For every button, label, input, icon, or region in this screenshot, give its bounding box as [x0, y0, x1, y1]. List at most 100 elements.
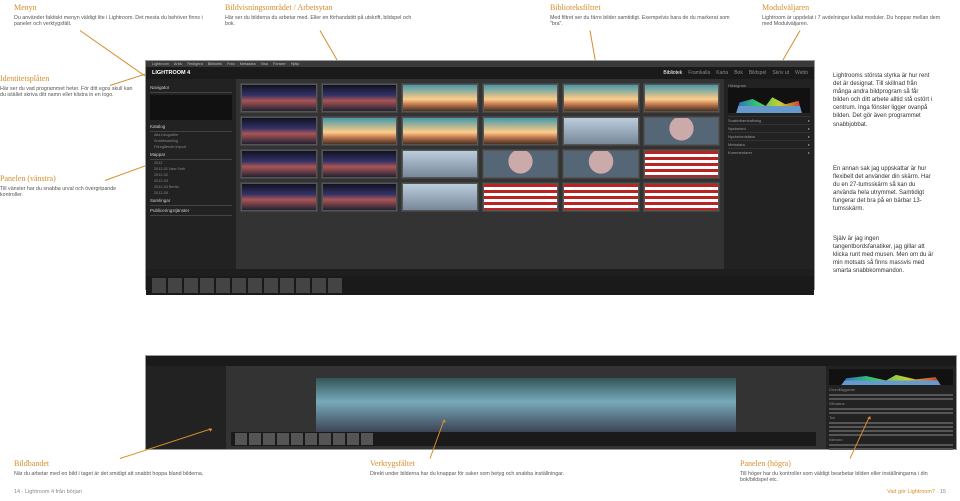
module-tab[interactable]: Skriv ut [772, 70, 789, 76]
thumbnail[interactable] [482, 149, 560, 179]
panel-section[interactable]: Nyckelord▸ [728, 124, 810, 132]
thumbnail[interactable] [401, 83, 479, 113]
filmstrip-thumb[interactable] [319, 433, 331, 445]
panel-section[interactable]: Metadata▸ [728, 140, 810, 148]
filmstrip-thumb[interactable] [168, 278, 182, 293]
slider[interactable] [829, 398, 953, 400]
menu-item[interactable]: Lightroom [152, 62, 169, 66]
menu-item[interactable]: Fönster [273, 62, 286, 66]
panel-header[interactable]: Publiceringstjänster [150, 206, 232, 216]
filmstrip-thumb[interactable] [235, 433, 247, 445]
filmstrip-thumb[interactable] [277, 433, 289, 445]
menu-item[interactable]: Visa [261, 62, 268, 66]
thumbnail[interactable] [321, 83, 399, 113]
thumbnail[interactable] [643, 116, 721, 146]
filmstrip-thumb[interactable] [296, 278, 310, 293]
filmstrip-thumb[interactable] [361, 433, 373, 445]
module-tab[interactable]: Framkalla [688, 70, 710, 76]
menu-item[interactable]: Arkiv [174, 62, 182, 66]
filmstrip-thumb[interactable] [333, 433, 345, 445]
filmstrip-thumb[interactable] [216, 278, 230, 293]
thumbnail[interactable] [562, 116, 640, 146]
thumbnail[interactable] [240, 83, 318, 113]
filmstrip-thumb[interactable] [184, 278, 198, 293]
panel-header[interactable]: Grundläggande [829, 388, 953, 392]
callout-body: Här ser du bilderna du arbetar med. Elle… [225, 15, 415, 28]
filmstrip-thumb[interactable] [264, 278, 278, 293]
main-image [316, 378, 736, 436]
menu-item[interactable]: Metadata [240, 62, 256, 66]
thumbnail[interactable] [401, 149, 479, 179]
module-tab[interactable]: Bibliotek [663, 70, 682, 76]
slider[interactable] [829, 430, 953, 432]
callout-body: Med filtret ser du färre bilder samtidig… [550, 15, 740, 28]
menu-item[interactable]: Foto [227, 62, 235, 66]
thumbnail[interactable] [643, 83, 721, 113]
body-para-1: Lightrooms största styrka är hur rent de… [833, 72, 936, 129]
slider[interactable] [829, 426, 953, 428]
filmstrip-thumb[interactable] [280, 278, 294, 293]
filmstrip-thumb[interactable] [291, 433, 303, 445]
panel-section[interactable]: Nyckelordslista▸ [728, 132, 810, 140]
menu-item[interactable]: Redigera [187, 62, 202, 66]
grid-view[interactable] [236, 79, 724, 269]
filmstrip[interactable] [231, 432, 816, 446]
filmstrip-thumb[interactable] [248, 278, 262, 293]
left-panel[interactable]: Navigator Katalog Alla fotografier Snabb… [146, 79, 236, 269]
panel-header[interactable]: Samlingar [150, 196, 232, 206]
module-tab[interactable]: Bildspel [749, 70, 767, 76]
thumbnail[interactable] [401, 116, 479, 146]
panel-section[interactable]: Kommentarer▸ [728, 148, 810, 156]
slider[interactable] [829, 412, 953, 414]
slider[interactable] [829, 448, 953, 450]
panel-label: Ton [829, 416, 953, 420]
menu-item[interactable]: Hjälp [291, 62, 300, 66]
panel-header[interactable]: Katalog [150, 122, 232, 132]
module-tab[interactable]: Bok [734, 70, 743, 76]
thumbnail[interactable] [240, 149, 318, 179]
identity-plate[interactable]: LIGHTROOM 4 [152, 70, 190, 76]
filmstrip-thumb[interactable] [232, 278, 246, 293]
filmstrip-thumb[interactable] [249, 433, 261, 445]
callout-body: Direkt under bilderna har du knappar för… [370, 471, 570, 478]
thumbnail[interactable] [643, 182, 721, 212]
module-tab[interactable]: Webb [795, 70, 808, 76]
panel-section[interactable]: Snabbframkallning▸ [728, 116, 810, 124]
right-panel[interactable]: Histogram Snabbframkallning▸ Nyckelord▸ … [724, 79, 814, 269]
filmstrip[interactable] [146, 276, 814, 295]
module-tab[interactable]: Karta [716, 70, 728, 76]
footer-chapter: Vad gör Lightroom? [887, 489, 935, 495]
slider[interactable] [829, 408, 953, 410]
thumbnail[interactable] [321, 116, 399, 146]
filmstrip-thumb[interactable] [347, 433, 359, 445]
menu-item[interactable]: Bibliotek [208, 62, 222, 66]
thumbnail[interactable] [482, 116, 560, 146]
thumbnail[interactable] [482, 83, 560, 113]
filmstrip-thumb[interactable] [305, 433, 317, 445]
slider[interactable] [829, 422, 953, 424]
panel-header[interactable]: Mappar [150, 150, 232, 160]
thumbnail[interactable] [401, 182, 479, 212]
develop-panel[interactable]: Grundläggande Vitbalans Ton Närvaro [826, 366, 956, 449]
filmstrip-thumb[interactable] [328, 278, 342, 293]
thumbnail[interactable] [562, 149, 640, 179]
thumbnail[interactable] [482, 182, 560, 212]
thumbnail[interactable] [321, 182, 399, 212]
thumbnail[interactable] [321, 149, 399, 179]
filmstrip-thumb[interactable] [152, 278, 166, 293]
thumbnail[interactable] [240, 116, 318, 146]
filmstrip-thumb[interactable] [263, 433, 275, 445]
toolbar[interactable] [146, 269, 814, 276]
filmstrip-thumb[interactable] [312, 278, 326, 293]
panel-header[interactable]: Navigator [150, 83, 232, 93]
filmstrip-thumb[interactable] [200, 278, 214, 293]
slider[interactable] [829, 434, 953, 436]
thumbnail[interactable] [562, 83, 640, 113]
slider[interactable] [829, 444, 953, 446]
thumbnail[interactable] [562, 182, 640, 212]
slider[interactable] [829, 394, 953, 396]
callout-title: Bildbandet [14, 460, 234, 469]
thumbnail[interactable] [643, 149, 721, 179]
callout-panel-hogra: Panelen (högra) Till höger har du kontro… [740, 460, 945, 484]
thumbnail[interactable] [240, 182, 318, 212]
